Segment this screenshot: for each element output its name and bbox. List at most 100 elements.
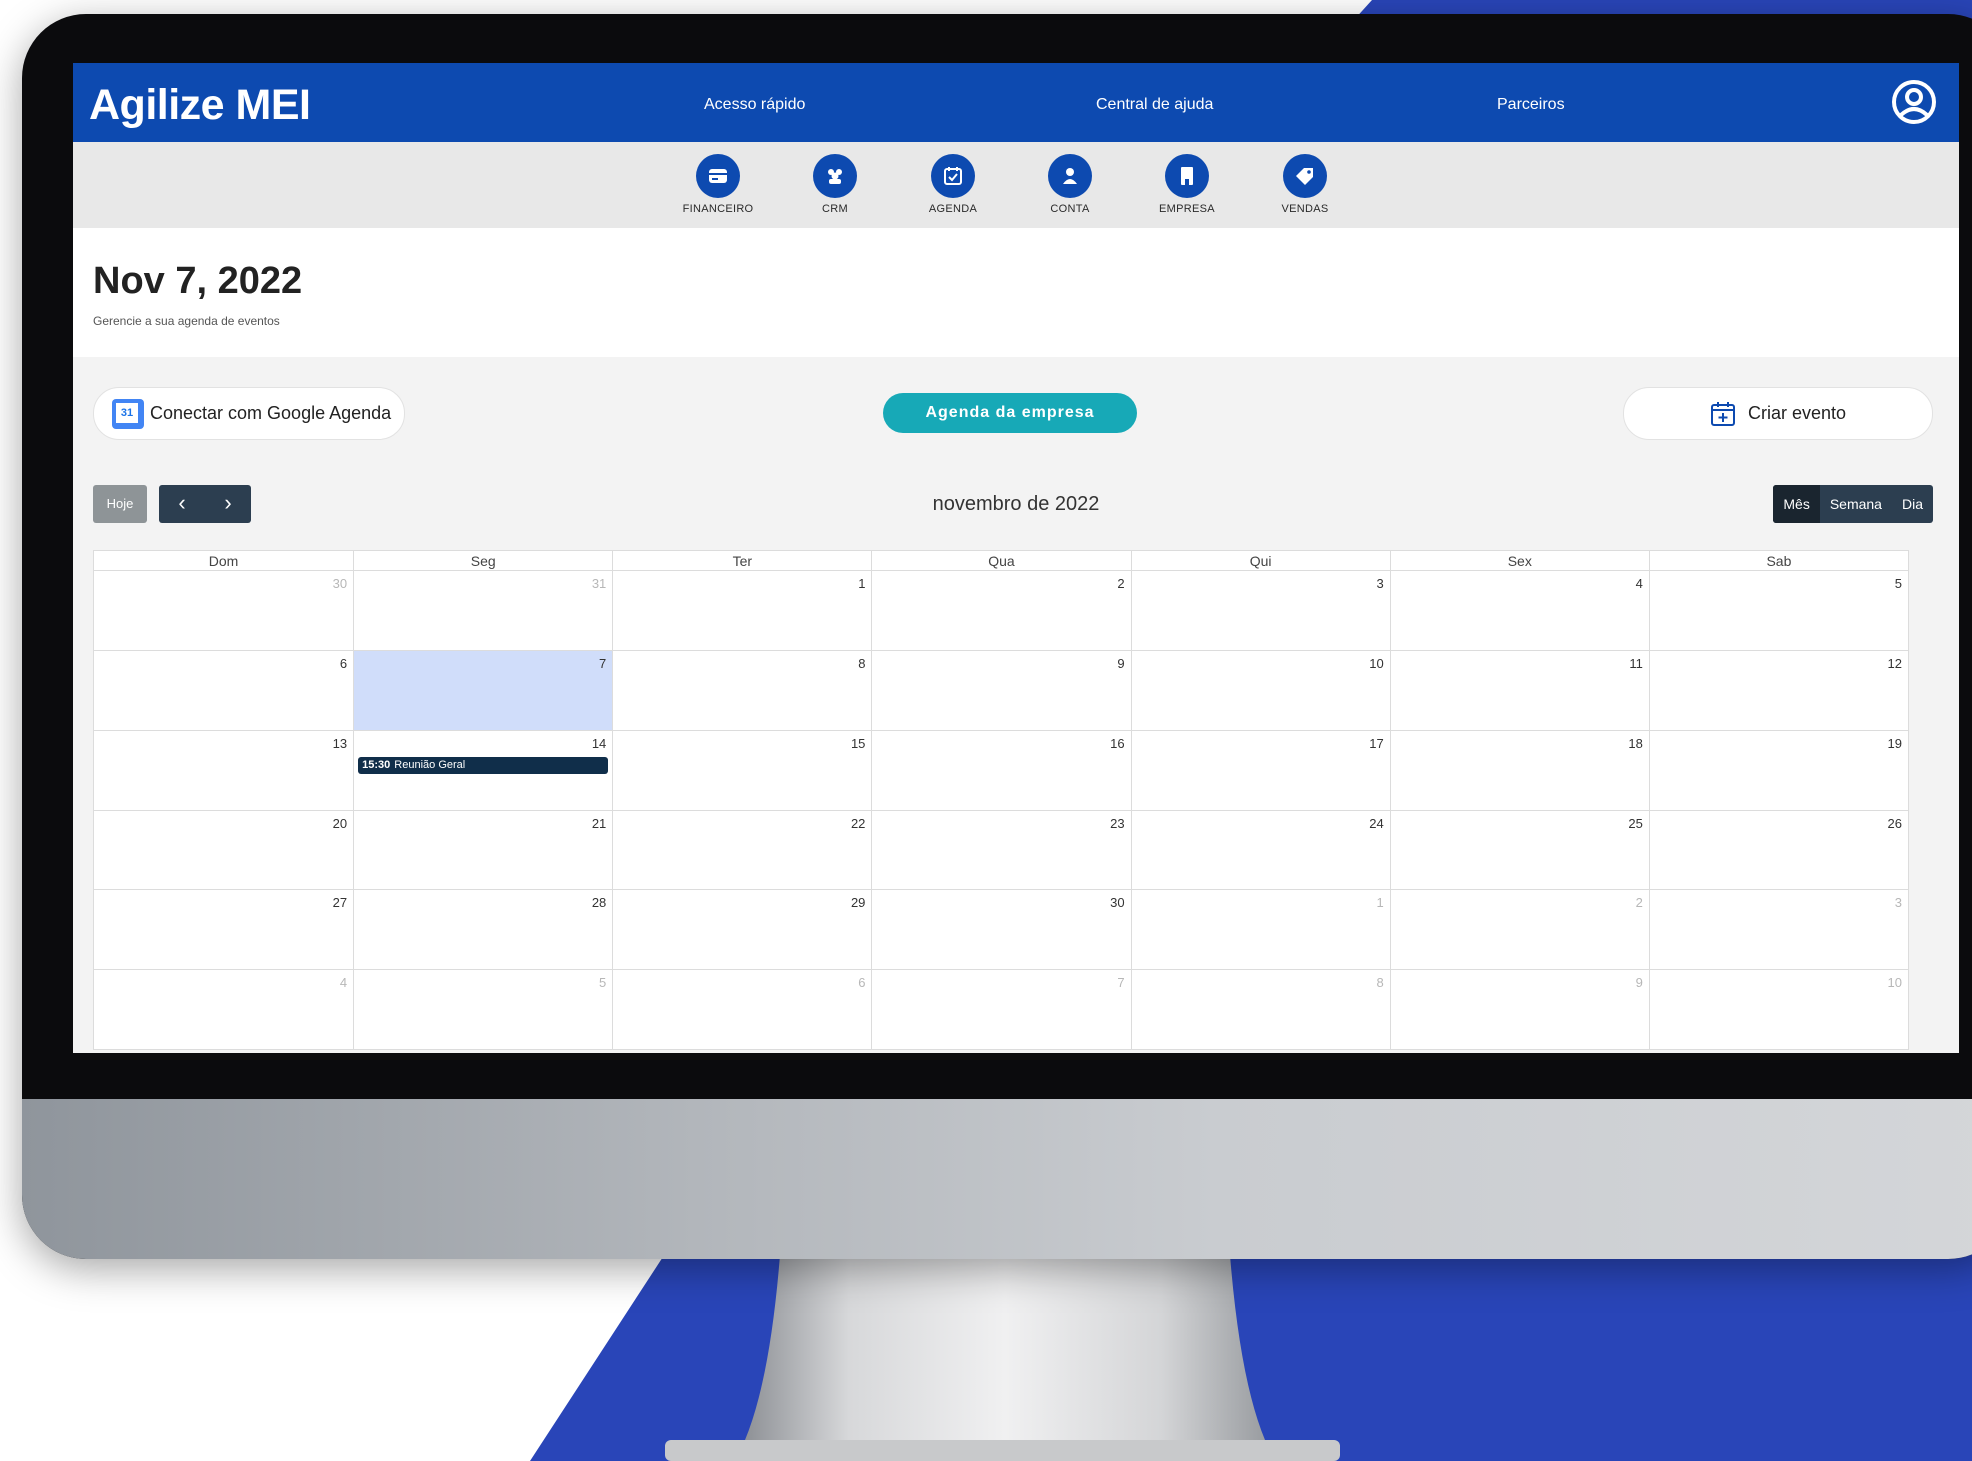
day-number: 22 xyxy=(850,815,866,831)
brand-logo[interactable]: Agilize MEI xyxy=(89,81,311,130)
day-number: 12 xyxy=(1887,655,1902,671)
day-cell[interactable]: 31 xyxy=(353,571,612,650)
day-number: 6 xyxy=(858,975,866,991)
day-cell[interactable]: 24 xyxy=(1130,810,1390,890)
day-cell[interactable]: 15 xyxy=(612,730,871,810)
day-number: 8 xyxy=(1376,975,1384,991)
day-cell[interactable]: 9 xyxy=(871,650,1130,730)
calendar-week: 4 5 6 7 8 9 10 xyxy=(94,970,1908,1050)
calendar-week: 20 21 22 23 24 25 26 xyxy=(94,810,1908,891)
day-cell[interactable]: 3 xyxy=(1648,890,1908,970)
day-cell[interactable]: 10 xyxy=(1130,650,1390,730)
day-cell[interactable]: 19 xyxy=(1648,730,1908,810)
company-agenda-button[interactable]: Agenda da empresa xyxy=(883,393,1137,433)
nav-central-de-ajuda[interactable]: Central de ajuda xyxy=(1096,96,1213,114)
day-cell[interactable]: 25 xyxy=(1389,810,1649,890)
calendar-check-icon xyxy=(944,167,962,185)
monitor-frame: Agilize MEI Acesso rápido Central de aju… xyxy=(22,14,1972,1259)
day-cell[interactable]: 4 xyxy=(1389,571,1649,650)
day-cell-today[interactable]: 7 xyxy=(353,650,613,730)
day-cell[interactable]: 6 xyxy=(612,970,871,1050)
day-number: 1 xyxy=(1376,895,1384,911)
connect-google-button[interactable]: 31 Conectar com Google Agenda xyxy=(93,387,405,440)
calendar-event[interactable]: 15:30 Reunião Geral xyxy=(358,756,609,774)
event-title: Reunião Geral xyxy=(394,758,466,771)
day-cell[interactable]: 8 xyxy=(1130,970,1390,1050)
day-cell[interactable]: 26 xyxy=(1648,810,1908,890)
day-cell[interactable]: 29 xyxy=(612,890,871,970)
weekday-label: Sab xyxy=(1648,551,1908,571)
calendar-week: 13 14 15:30 Reunião Geral 15 16 17 18 19 xyxy=(94,730,1908,811)
monitor-chin xyxy=(22,1099,1972,1259)
day-cell[interactable]: 23 xyxy=(871,810,1130,890)
day-cell[interactable]: 11 xyxy=(1389,650,1649,730)
agenda-content: 31 Conectar com Google Agenda Agenda da … xyxy=(73,357,1959,1053)
weekday-label: Qui xyxy=(1130,551,1390,571)
view-day-button[interactable]: Dia xyxy=(1892,485,1933,523)
weekday-label: Qua xyxy=(871,551,1130,571)
day-number: 30 xyxy=(1110,895,1125,911)
module-agenda[interactable]: AGENDA xyxy=(908,154,998,215)
day-cell[interactable]: 17 xyxy=(1130,730,1390,810)
day-cell[interactable]: 28 xyxy=(353,890,612,970)
app-screen: Agilize MEI Acesso rápido Central de aju… xyxy=(73,63,1959,1053)
day-cell[interactable]: 13 xyxy=(94,731,353,810)
day-cell[interactable]: 30 xyxy=(94,571,353,650)
view-month-button[interactable]: Mês xyxy=(1773,485,1820,523)
calendar-week: 27 28 29 30 1 2 3 xyxy=(94,890,1908,971)
module-crm[interactable]: CRM xyxy=(790,154,880,215)
day-number: 1 xyxy=(858,576,866,591)
day-cell[interactable]: 1 xyxy=(612,571,871,650)
day-number: 17 xyxy=(1369,735,1384,751)
day-number: 7 xyxy=(1117,975,1125,991)
day-cell[interactable]: 1 xyxy=(1130,890,1390,970)
day-cell[interactable]: 27 xyxy=(94,890,353,969)
day-cell[interactable]: 20 xyxy=(94,811,353,890)
nav-parceiros[interactable]: Parceiros xyxy=(1497,96,1565,114)
day-cell[interactable]: 12 xyxy=(1648,650,1908,730)
day-number: 24 xyxy=(1369,815,1384,831)
day-cell[interactable]: 21 xyxy=(353,810,612,890)
day-number: 10 xyxy=(1369,655,1384,671)
day-cell[interactable]: 5 xyxy=(353,970,612,1050)
view-week-button[interactable]: Semana xyxy=(1820,485,1892,523)
module-vendas[interactable]: VENDAS xyxy=(1260,154,1350,215)
day-cell[interactable]: 7 xyxy=(871,970,1130,1050)
weekday-label: Ter xyxy=(612,551,871,571)
calendar-plus-icon xyxy=(1710,401,1735,426)
create-event-button[interactable]: Criar evento xyxy=(1623,387,1933,440)
day-cell[interactable]: 18 xyxy=(1389,730,1649,810)
day-number: 15 xyxy=(850,735,866,751)
day-cell[interactable]: 5 xyxy=(1648,571,1908,650)
nav-acesso-rapido[interactable]: Acesso rápido xyxy=(704,96,805,114)
day-cell[interactable]: 2 xyxy=(871,571,1130,650)
month-calendar: Dom Seg Ter Qua Qui Sex Sab 30 31 1 2 3 4 5 6 7 8 9 10 11 1… xyxy=(93,550,1909,1050)
day-cell[interactable]: 3 xyxy=(1130,571,1390,650)
day-number: 5 xyxy=(599,975,607,991)
day-number: 25 xyxy=(1628,815,1643,831)
day-cell[interactable]: 14 15:30 Reunião Geral xyxy=(353,730,612,810)
day-cell[interactable]: 30 xyxy=(871,890,1130,970)
day-cell[interactable]: 22 xyxy=(612,810,871,890)
day-cell[interactable]: 9 xyxy=(1389,970,1649,1050)
day-number: 2 xyxy=(1635,895,1643,911)
connect-google-label: Conectar com Google Agenda xyxy=(150,403,392,423)
day-cell[interactable]: 16 xyxy=(871,730,1130,810)
day-number: 9 xyxy=(1635,975,1643,991)
user-circle-icon[interactable] xyxy=(1891,79,1937,125)
modules-bar: FINANCEIRO CRM AGENDA CONTA EMPRESA VEND… xyxy=(73,142,1959,228)
module-financeiro[interactable]: FINANCEIRO xyxy=(673,154,763,215)
day-cell[interactable]: 6 xyxy=(94,651,353,730)
day-cell[interactable]: 4 xyxy=(94,970,353,1050)
calendar-week: 6 7 8 9 10 11 12 xyxy=(94,650,1908,731)
day-number: 2 xyxy=(1117,576,1125,591)
day-cell[interactable]: 2 xyxy=(1389,890,1649,970)
day-number: 27 xyxy=(332,895,348,911)
module-empresa[interactable]: EMPRESA xyxy=(1142,154,1232,215)
day-cell[interactable]: 10 xyxy=(1648,970,1908,1050)
create-event-label: Criar evento xyxy=(1747,403,1847,423)
day-number: 28 xyxy=(591,895,607,911)
day-number: 3 xyxy=(1894,895,1902,911)
day-cell[interactable]: 8 xyxy=(612,650,871,730)
module-conta[interactable]: CONTA xyxy=(1025,154,1115,215)
